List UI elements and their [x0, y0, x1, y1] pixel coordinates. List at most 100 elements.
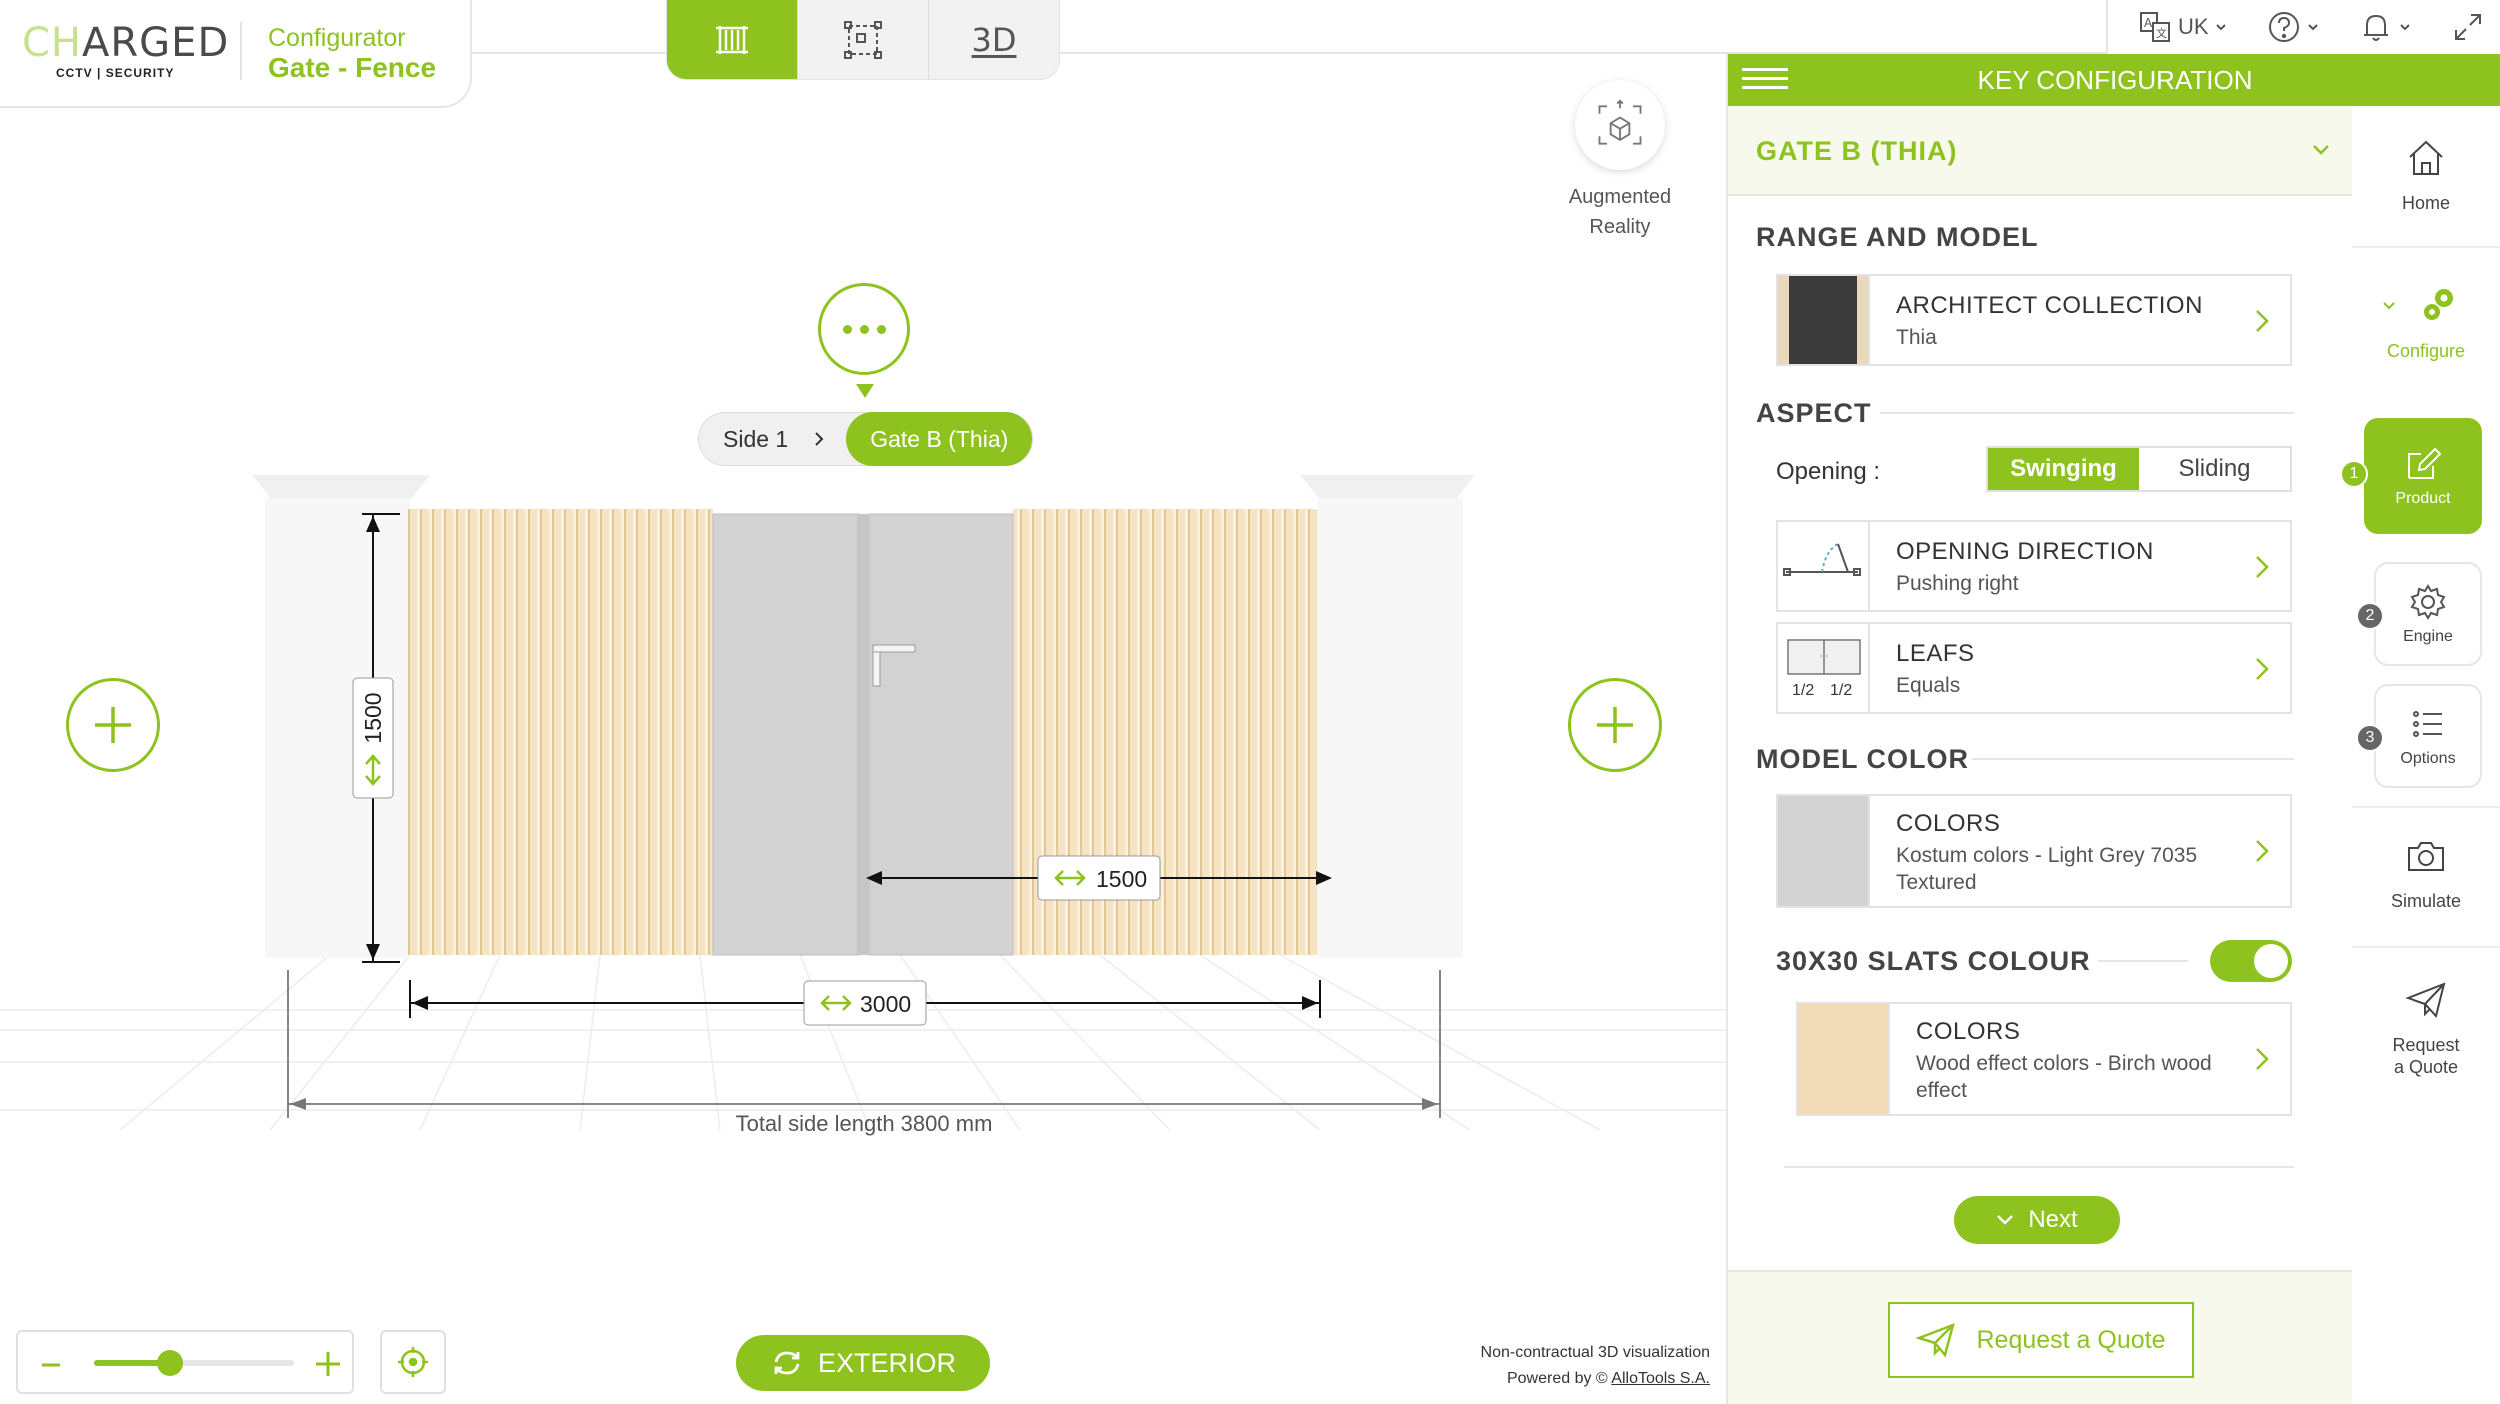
panel-header: KEY CONFIGURATION [1728, 54, 2500, 106]
chevron-right-icon [2256, 556, 2269, 578]
chevron-down-icon [1997, 1215, 2014, 1225]
slats-colour-toggle[interactable] [2210, 940, 2292, 982]
send-icon [2405, 982, 2446, 1019]
toggle-knob [2254, 944, 2288, 978]
key-configuration-panel: KEY CONFIGURATION GATE B (THIA) RANGE AN… [1726, 54, 2500, 1404]
range-card-subtitle: Thia [1896, 326, 1937, 349]
leafs-card-title: LEAFS [1896, 640, 1975, 667]
opening-toggle: Swinging Sliding [1986, 446, 2292, 492]
range-thumbnail [1778, 276, 1870, 364]
zoom-slider-handle[interactable] [157, 1350, 183, 1376]
slats-color-card-line2: effect [1916, 1079, 1967, 1102]
zoom-in-icon[interactable] [314, 1350, 342, 1378]
divider [2352, 806, 2500, 808]
divider [2098, 960, 2188, 962]
svg-text:文: 文 [2156, 26, 2167, 40]
more-options-button[interactable] [818, 283, 910, 375]
notifications-menu[interactable] [2359, 10, 2411, 44]
slats-color-card[interactable]: COLORS Wood effect colors - Birch wood e… [1796, 1002, 2292, 1116]
leafs-thumbnail: 1/2 1/2 [1778, 624, 1870, 712]
request-quote-button[interactable]: Request a Quote [1888, 1302, 2194, 1378]
opening-label: Opening : [1776, 458, 1881, 485]
send-icon [1916, 1322, 1956, 1358]
divider [1880, 412, 2294, 414]
step-badge-1: 1 [2340, 460, 2368, 488]
nav-request-quote[interactable]: Request a Quote [2352, 978, 2500, 1078]
chevron-right-icon [2256, 658, 2269, 680]
camera-icon [2408, 842, 2444, 871]
help-icon [2268, 12, 2299, 42]
slats-color-card-line1: Wood effect colors - Birch wood [1916, 1052, 2212, 1075]
gate-selector-label: GATE B (THIA) [1756, 136, 1958, 166]
step-badge-3: 3 [2356, 724, 2384, 752]
nav-options[interactable]: Options [2374, 684, 2482, 788]
add-left-button[interactable] [66, 678, 160, 772]
model-color-card[interactable]: COLORS Kostum colors - Light Grey 7035 T… [1776, 794, 2292, 908]
breadcrumb-side[interactable]: Side 1 [699, 426, 846, 453]
list-icon [2413, 711, 2442, 737]
slats-color-card-title: COLORS [1916, 1018, 2021, 1045]
height-value: 1500 [360, 692, 386, 743]
chevron-down-icon [2307, 24, 2318, 31]
section-model-color-title: MODEL COLOR [1756, 744, 1969, 774]
gears-icon [2424, 289, 2453, 320]
chevron-down-icon [2313, 145, 2329, 155]
leafs-card[interactable]: 1/2 1/2 LEAFS Equals [1776, 622, 2292, 714]
model-color-card-line2: Textured [1896, 871, 1977, 894]
opening-swinging[interactable]: Swinging [1988, 448, 2139, 490]
edit-icon [2408, 447, 2442, 479]
nav-product[interactable]: Product [2364, 418, 2482, 534]
opening-direction-thumbnail [1778, 522, 1870, 610]
step-badge-2: 2 [2356, 602, 2384, 630]
dot-icon [876, 324, 886, 334]
direction-card-title: OPENING DIRECTION [1896, 538, 2154, 565]
nav-simulate[interactable]: Simulate [2352, 834, 2500, 912]
nav-home[interactable]: Home [2352, 136, 2500, 214]
next-button[interactable]: Next [1954, 1196, 2120, 1244]
chevron-down-icon [2383, 302, 2395, 310]
section-aspect-title: ASPECT [1756, 398, 1872, 428]
help-menu[interactable] [2267, 10, 2319, 44]
section-range-title: RANGE AND MODEL [1756, 222, 2039, 252]
gate-width-value: 3000 [860, 991, 911, 1017]
slats-color-swatch [1798, 1004, 1890, 1114]
panel-title: KEY CONFIGURATION [1977, 64, 2253, 95]
leaf-right-label: 1/2 [1830, 682, 1853, 699]
opening-direction-card[interactable]: OPENING DIRECTION Pushing right [1776, 520, 2292, 612]
zoom-out-icon[interactable] [40, 1354, 62, 1376]
right-pillar [1300, 475, 1475, 958]
disclaimer: Non-contractual 3D visualization Powered… [1480, 1344, 1710, 1387]
dot-icon [859, 324, 869, 334]
utility-bar: A文 UK [2106, 0, 2500, 54]
fence-3d-scene[interactable]: 1500 1500 3000 Total side length 3800 mm [0, 0, 1726, 1404]
left-slat-panel [408, 509, 713, 955]
translate-icon: A文 [2140, 12, 2170, 42]
opening-sliding[interactable]: Sliding [2139, 448, 2290, 490]
language-selector[interactable]: A文 UK [2138, 10, 2227, 44]
divider [2352, 246, 2500, 248]
breadcrumb: Side 1 Gate B (Thia) [698, 412, 1034, 466]
gate-selector[interactable]: GATE B (THIA) [1728, 106, 2354, 196]
leaf-left-label: 1/2 [1792, 682, 1815, 699]
allotools-link[interactable]: AlloTools S.A. [1611, 1370, 1710, 1387]
recenter-button[interactable] [380, 1330, 446, 1394]
dot-icon [842, 324, 852, 334]
nav-engine[interactable]: Engine [2374, 562, 2482, 666]
language-label: UK [2178, 14, 2209, 39]
settings-gear-icon [2410, 584, 2446, 620]
model-color-swatch [1778, 796, 1870, 906]
divider [1972, 758, 2294, 760]
leafs-card-subtitle: Equals [1896, 674, 1961, 697]
exterior-toggle-button[interactable]: EXTERIOR [736, 1335, 990, 1391]
nav-configure[interactable]: Configure [2352, 284, 2500, 362]
range-model-card[interactable]: ARCHITECT COLLECTION Thia [1776, 274, 2292, 366]
chevron-right-icon [2256, 1048, 2269, 1070]
panel-footer: Request a Quote [1728, 1270, 2354, 1404]
home-icon [2409, 140, 2443, 175]
add-right-button[interactable] [1568, 678, 1662, 772]
fullscreen-button[interactable] [2451, 10, 2485, 44]
breadcrumb-current[interactable]: Gate B (Thia) [846, 412, 1033, 466]
leaf-width-value: 1500 [1096, 866, 1147, 892]
bell-icon [2363, 14, 2388, 41]
model-color-card-line1: Kostum colors - Light Grey 7035 [1896, 844, 2198, 867]
